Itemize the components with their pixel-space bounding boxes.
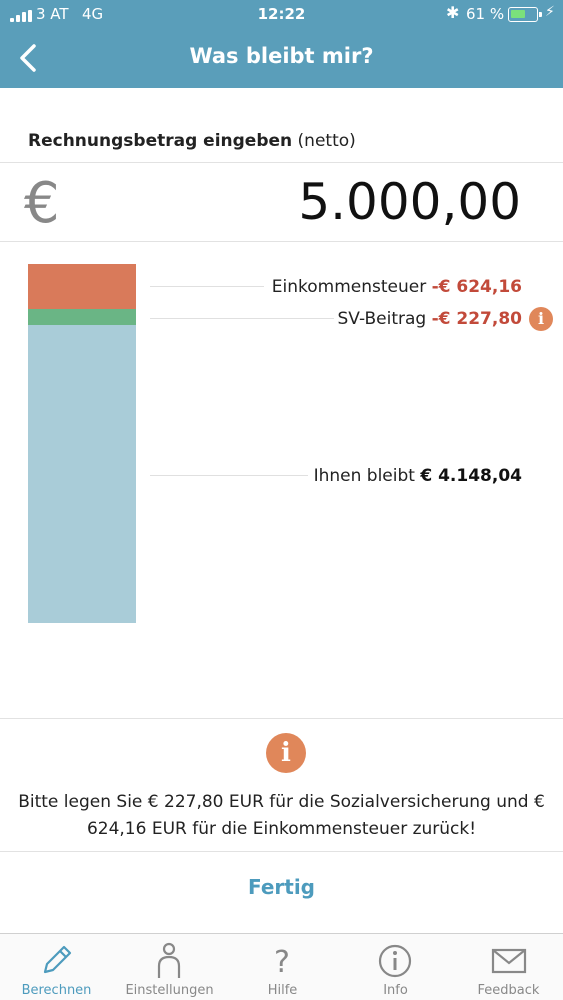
svg-text:?: ? xyxy=(274,945,290,980)
tab-hilfe[interactable]: ? Hilfe xyxy=(226,934,339,1000)
leader-line xyxy=(150,318,334,319)
tab-label: Hilfe xyxy=(267,983,298,998)
done-button[interactable]: Fertig xyxy=(0,875,563,899)
info-icon xyxy=(378,944,412,978)
hint-text: Bitte legen Sie € 227,80 EUR für die Soz… xyxy=(18,792,545,839)
battery-percentage: 61 % xyxy=(466,5,505,23)
leader-line xyxy=(150,475,308,476)
bar-segment-social-insurance xyxy=(28,309,136,325)
tab-label: Feedback xyxy=(477,983,540,998)
envelope-icon xyxy=(491,948,527,974)
income-tax-row: Einkommensteuer -€ 624,16 xyxy=(272,277,522,297)
social-insurance-row: SV-Beitrag -€ 227,80 xyxy=(338,309,522,329)
amount-input[interactable]: € 5.000,00 xyxy=(0,162,563,242)
tab-einstellungen[interactable]: Einstellungen xyxy=(113,934,226,1000)
hint-box: i Bitte legen Sie € 227,80 EUR für die S… xyxy=(0,718,563,852)
battery-icon xyxy=(508,7,542,22)
income-tax-label: Einkommensteuer xyxy=(271,277,427,297)
charging-icon: ⚡ xyxy=(545,4,555,20)
net-label: Ihnen bleibt xyxy=(313,466,415,486)
breakdown-bar xyxy=(28,264,136,623)
amount-label-main: Rechnungsbetrag eingeben xyxy=(28,131,293,151)
income-tax-value: -€ 624,16 xyxy=(431,277,522,297)
leader-line xyxy=(150,286,264,287)
page-title: Was bleibt mir? xyxy=(189,44,374,68)
tab-feedback[interactable]: Feedback xyxy=(452,934,563,1000)
bar-segment-net xyxy=(28,325,136,623)
amount-label: Rechnungsbetrag eingeben (netto) xyxy=(28,131,356,151)
euro-icon: € xyxy=(24,171,60,236)
tab-label: Berechnen xyxy=(21,983,92,998)
tab-bar: Berechnen Einstellungen ? Hilfe Info Fee… xyxy=(0,933,563,1000)
bar-segment-income-tax xyxy=(28,264,136,309)
amount-value[interactable]: 5.000,00 xyxy=(298,173,521,231)
tab-berechnen[interactable]: Berechnen xyxy=(0,934,113,1000)
tab-info[interactable]: Info xyxy=(339,934,452,1000)
person-icon xyxy=(157,942,181,978)
social-insurance-label: SV-Beitrag xyxy=(337,309,427,329)
tab-label: Einstellungen xyxy=(125,983,214,998)
amount-label-suffix: (netto) xyxy=(297,131,356,151)
info-icon[interactable]: i xyxy=(529,307,553,331)
pencil-icon xyxy=(43,945,72,974)
question-icon: ? xyxy=(274,945,290,980)
net-value: € 4.148,04 xyxy=(420,466,522,486)
status-bar: 3 AT 4G 12:22 ✱ 61 % ⚡ xyxy=(0,0,563,30)
top-bar: 3 AT 4G 12:22 ✱ 61 % ⚡ Was bleibt mir? xyxy=(0,0,563,88)
bluetooth-icon: ✱ xyxy=(446,3,460,22)
social-insurance-value: -€ 227,80 xyxy=(431,309,522,329)
tab-label: Info xyxy=(383,983,408,998)
net-row: Ihnen bleibt € 4.148,04 xyxy=(314,466,522,486)
info-icon: i xyxy=(266,733,306,773)
